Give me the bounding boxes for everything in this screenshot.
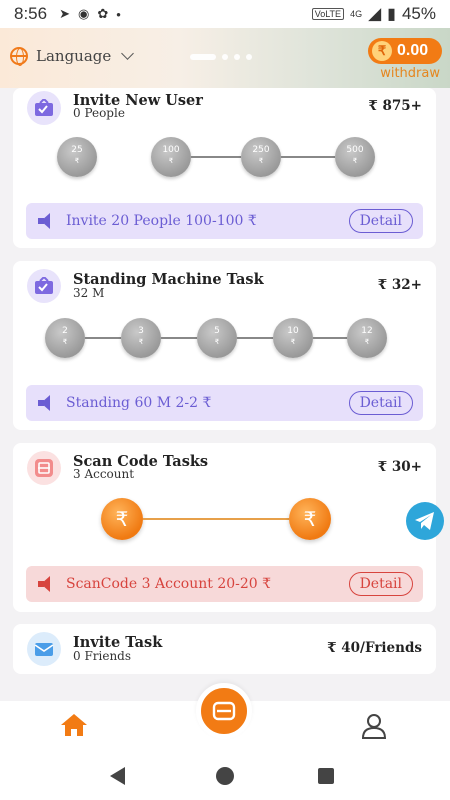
milestone-connector [191,156,241,158]
milestone-connector [313,337,347,339]
app-notif-icon: ◉ [78,6,90,21]
milestone-coin: 10 ₹ [101,491,143,540]
volte-badge: VoLTE [311,8,345,20]
signal-label: 4G [350,9,363,19]
home-icon [61,714,87,736]
milestone-coin: 10 ₹ [273,318,313,358]
task-info-bar: Standing 60 M 2-2 ₹ Detail [26,385,423,421]
task-info-text: Invite 20 People 100-100 ₹ [66,213,257,229]
scan-icon [212,701,236,721]
milestone-coin: 25 ₹ [57,137,97,177]
milestone-coin: 5 ₹ [197,318,237,358]
more-notif-icon: • [116,6,121,22]
milestone-connector [237,337,273,339]
milestone-track: 2 ₹ 3 ₹ 5 ₹ 10 ₹ 12 ₹ [13,318,436,358]
detail-button[interactable]: Detail [348,209,413,233]
speaker-icon [38,576,56,592]
milestone-coin: 2 ₹ [45,318,85,358]
task-card-standing-machine: Standing Machine Task 32 M ₹ 32+ 2 ₹ 3 ₹ 5… [13,261,436,430]
task-subtitle: 0 People [73,106,125,120]
battery-percent: 45% [401,4,436,23]
task-info-bar: ScanCode 3 Account 20-20 ₹ Detail [26,566,423,602]
notification-icons: ➤ ◉ ✿ • [59,6,121,22]
milestone-connector [281,156,335,158]
task-info-bar: Invite 20 People 100-100 ₹ Detail [26,203,423,239]
task-subtitle: 0 Friends [73,649,132,663]
status-bar: 8:56 ➤ ◉ ✿ • VoLTE 4G ◢ ▮ 45% [0,0,450,28]
milestone-connector [143,518,289,520]
banner-pagination [190,54,252,60]
chevron-down-icon [121,47,135,60]
task-icon [27,91,61,125]
page-dot [222,54,228,60]
task-info-text: ScanCode 3 Account 20-20 ₹ [66,576,272,592]
profile-icon [361,714,387,739]
page-dot-active [190,54,216,60]
profile-tab[interactable] [360,713,388,739]
milestone-coin: 250 ₹ [241,137,281,177]
task-card-scan-code: Scan Code Tasks 3 Account ₹ 30+ 10 ₹ 20 ₹ … [13,443,436,612]
language-selector[interactable]: Language [10,47,135,66]
battery-icon: ▮ [387,6,396,23]
system-nav-bar [0,751,450,800]
speaker-icon [38,395,56,411]
task-subtitle: 32 M [73,286,105,300]
rupee-icon: ₹ [372,41,392,61]
milestone-connector [85,337,121,339]
globe-icon [10,47,28,66]
app-notif-icon-2: ✿ [97,6,109,21]
system-home-icon[interactable] [216,767,234,785]
detail-button[interactable]: Detail [348,391,413,415]
back-icon[interactable] [110,767,125,785]
task-card-invite-task: Invite Task 0 Friends ₹ 40/Friends [13,624,436,674]
telegram-notif-icon: ➤ [59,6,70,21]
task-reward: ₹ 30+ [377,459,422,475]
milestone-coin: 500 ₹ [335,137,375,177]
language-label: Language [36,47,112,65]
task-reward: ₹ 875+ [368,98,422,114]
invite-icon [27,632,61,666]
task-info-text: Standing 60 M 2-2 ₹ [66,395,212,411]
scan-button[interactable] [196,683,252,739]
milestone-track: 10 ₹ 20 ₹ [13,491,436,540]
page-dot [246,54,252,60]
balance-value: 0.00 [397,42,429,59]
milestone-track: 25 ₹ 100 ₹ 250 ₹ 500 ₹ [13,137,436,177]
top-header: Language ₹ 0.00 withdraw [0,28,450,88]
detail-button[interactable]: Detail [348,572,413,596]
page-dot [234,54,240,60]
milestone-coin: 12 ₹ [347,318,387,358]
scan-icon [27,451,61,485]
task-subtitle: 3 Account [73,467,135,481]
task-reward: ₹ 40/Friends [327,640,422,656]
milestone-coin: 100 ₹ [151,137,191,177]
home-tab[interactable] [60,713,88,737]
milestone-connector [161,337,197,339]
signal-icon: ◢ [368,4,382,23]
milestone-coin: 20 ₹ [289,491,331,540]
telegram-icon [415,512,434,530]
telegram-button[interactable] [406,502,444,540]
milestone-coin: 3 ₹ [121,318,161,358]
task-icon [27,269,61,303]
recent-apps-icon[interactable] [318,768,334,784]
speaker-icon [38,213,56,229]
task-reward: ₹ 32+ [377,277,422,293]
status-time: 8:56 [14,4,48,23]
withdraw-link[interactable]: withdraw [380,66,440,81]
task-card-invite-new-user: Invite New User 0 People ₹ 875+ 25 ₹ 100 ₹… [13,88,436,248]
balance-pill[interactable]: ₹ 0.00 [368,38,442,64]
